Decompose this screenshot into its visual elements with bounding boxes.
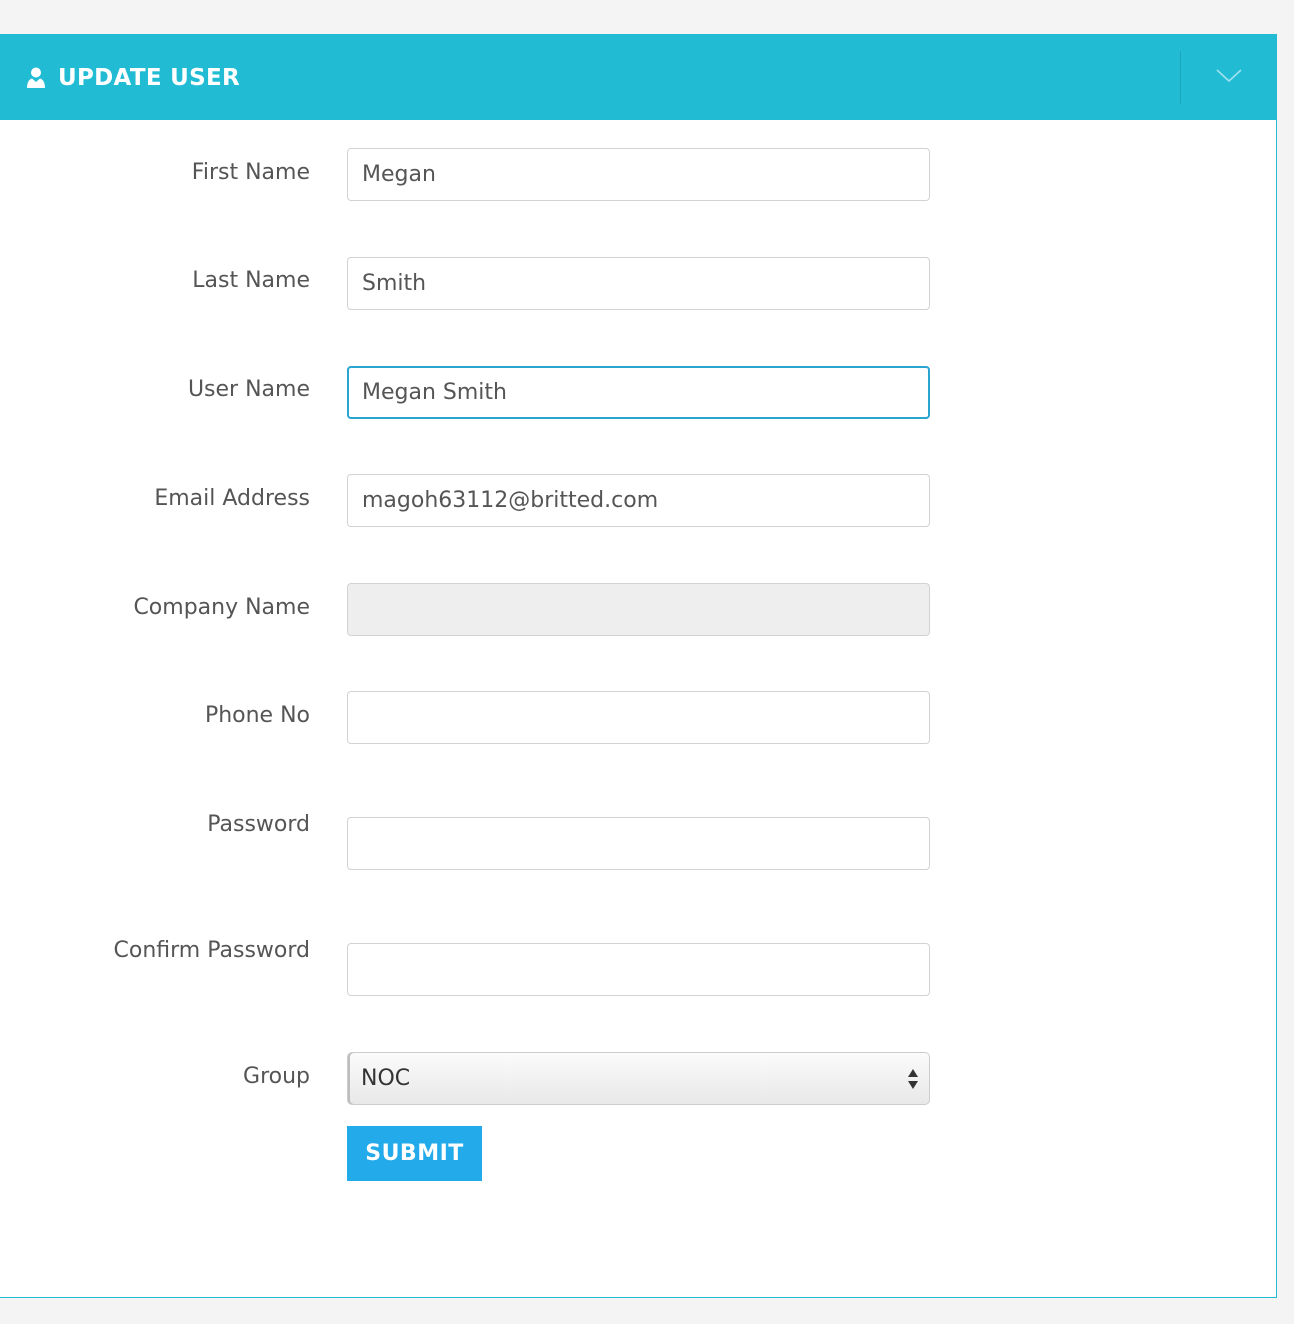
confirm-password-input[interactable] [347,943,930,996]
phone-label: Phone No [204,703,310,728]
collapse-toggle-button[interactable] [1182,35,1276,120]
phone-input[interactable] [347,691,930,744]
group-select[interactable]: NOC [347,1052,930,1105]
password-label: Password [207,812,310,837]
panel-header: UPDATE USER [0,35,1276,120]
user-name-input[interactable] [347,366,930,419]
email-label: Email Address [154,486,310,511]
company-name-label: Company Name [133,595,310,620]
last-name-input[interactable] [347,257,930,310]
group-select-value: NOC [361,1066,411,1091]
submit-button[interactable]: SUBMIT [347,1126,482,1181]
first-name-label: First Name [191,160,310,185]
company-name-input [347,583,930,636]
select-arrows-icon [907,1067,919,1091]
update-user-panel: UPDATE USER [0,34,1277,1298]
last-name-label: Last Name [192,268,310,293]
email-input[interactable] [347,474,930,527]
user-name-label: User Name [187,377,310,402]
header-divider [1180,51,1181,104]
chevron-down-icon [1216,68,1242,87]
panel-title-group: UPDATE USER [27,35,240,120]
first-name-input[interactable] [347,148,930,201]
group-label: Group [243,1064,310,1089]
password-input[interactable] [347,817,930,870]
confirm-password-label: Confirm Password [113,938,310,963]
panel-title: UPDATE USER [58,64,241,91]
user-icon [27,67,45,89]
